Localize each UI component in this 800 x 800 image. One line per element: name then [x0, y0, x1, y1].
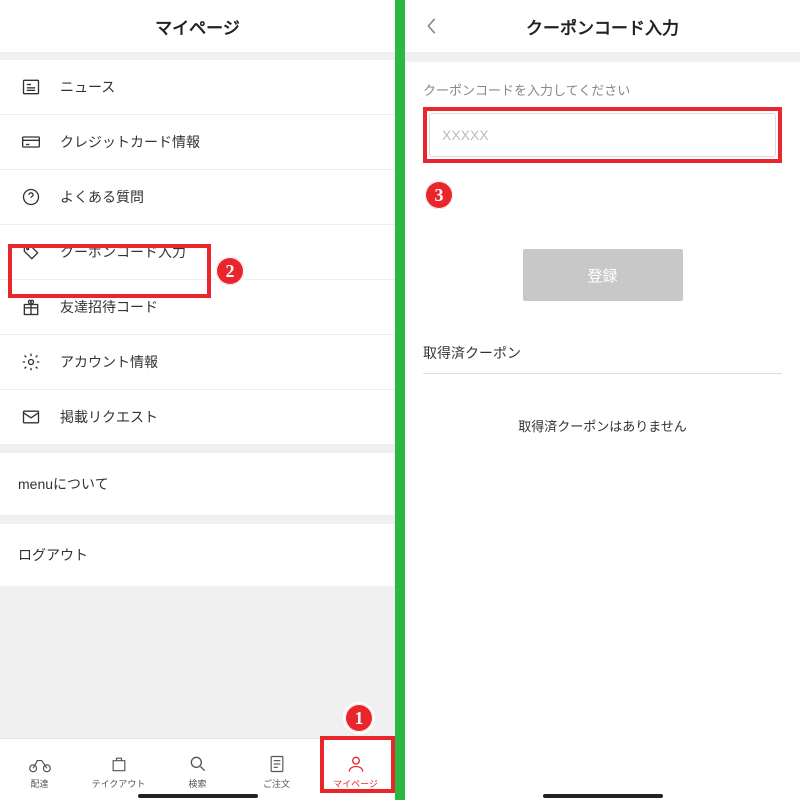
- empty-state-text: 取得済クーポンはありません: [423, 416, 782, 435]
- menu-label: アカウント情報: [60, 352, 158, 372]
- home-indicator: [138, 794, 258, 798]
- menu-item-request[interactable]: 掲載リクエスト: [0, 390, 395, 445]
- annotation-badge-2: 2: [214, 255, 246, 287]
- header: マイページ: [0, 0, 395, 52]
- card-icon: [18, 132, 44, 152]
- search-icon: [188, 753, 208, 775]
- menu-label: 掲載リクエスト: [60, 407, 158, 427]
- home-indicator: [543, 794, 663, 798]
- gear-icon: [18, 352, 44, 372]
- separator: [405, 52, 800, 62]
- annotation-highlight-3: [423, 107, 782, 163]
- page-title: マイページ: [155, 14, 240, 39]
- nav-label: 検索: [188, 777, 206, 790]
- gift-icon: [18, 297, 44, 317]
- mail-icon: [18, 407, 44, 427]
- bike-icon: [28, 753, 52, 775]
- separator: [0, 445, 395, 453]
- nav-label: 配達: [30, 777, 48, 790]
- nav-order[interactable]: ご注文: [237, 739, 316, 800]
- screen-coupon: クーポンコード入力 クーポンコードを入力してください 3 登録 取得済クーポン …: [405, 0, 800, 800]
- menu-label: クーポンコード入力: [60, 242, 186, 262]
- menu-item-news[interactable]: ニュース: [0, 60, 395, 115]
- coupon-form: クーポンコードを入力してください 3 登録 取得済クーポン 取得済クーポンはあり…: [405, 62, 800, 453]
- help-icon: [18, 187, 44, 207]
- menu-label: ニュース: [60, 77, 115, 97]
- annotation-badge-1: 1: [343, 702, 375, 734]
- nav-mypage[interactable]: マイページ: [316, 739, 395, 800]
- menu-list: ニュース クレジットカード情報 よくある質問 クーポ: [0, 60, 395, 445]
- news-icon: [18, 77, 44, 97]
- screen-divider: [395, 0, 405, 800]
- section-title: 取得済クーポン: [423, 343, 782, 374]
- menu-item-credit[interactable]: クレジットカード情報: [0, 115, 395, 170]
- menu-label: よくある質問: [60, 187, 144, 207]
- menu-label: ログアウト: [18, 545, 88, 565]
- menu-item-faq[interactable]: よくある質問: [0, 170, 395, 225]
- annotation-badge-3: 3: [423, 179, 455, 211]
- user-icon: [346, 753, 366, 775]
- menu-item-invite[interactable]: 友達招待コード: [0, 280, 395, 335]
- screen-mypage: マイページ ニュース クレジットカード情報: [0, 0, 395, 800]
- menu-label: 友達招待コード: [60, 297, 158, 317]
- menu-label: menuについて: [18, 474, 109, 494]
- nav-takeout[interactable]: テイクアウト: [79, 739, 158, 800]
- coupon-code-input[interactable]: [429, 113, 776, 157]
- separator: [0, 516, 395, 524]
- order-icon: [267, 753, 287, 775]
- tag-icon: [18, 242, 44, 262]
- separator: [0, 52, 395, 60]
- header: クーポンコード入力: [405, 0, 800, 52]
- menu-item-account[interactable]: アカウント情報: [0, 335, 395, 390]
- submit-button[interactable]: 登録: [523, 249, 683, 301]
- nav-delivery[interactable]: 配達: [0, 739, 79, 800]
- back-button[interactable]: [417, 11, 447, 41]
- bag-icon: [109, 753, 129, 775]
- nav-label: テイクアウト: [92, 777, 146, 790]
- nav-search[interactable]: 検索: [158, 739, 237, 800]
- page-title: クーポンコード入力: [526, 14, 679, 39]
- menu-item-coupon[interactable]: クーポンコード入力: [0, 225, 395, 280]
- nav-label: ご注文: [263, 777, 290, 790]
- menu-item-logout[interactable]: ログアウト: [0, 524, 395, 587]
- menu-label: クレジットカード情報: [60, 132, 200, 152]
- form-label: クーポンコードを入力してください: [423, 80, 782, 99]
- menu-item-about[interactable]: menuについて: [0, 453, 395, 516]
- bottom-nav: 配達 テイクアウト 検索 ご注文: [0, 738, 395, 800]
- nav-label: マイページ: [333, 777, 378, 790]
